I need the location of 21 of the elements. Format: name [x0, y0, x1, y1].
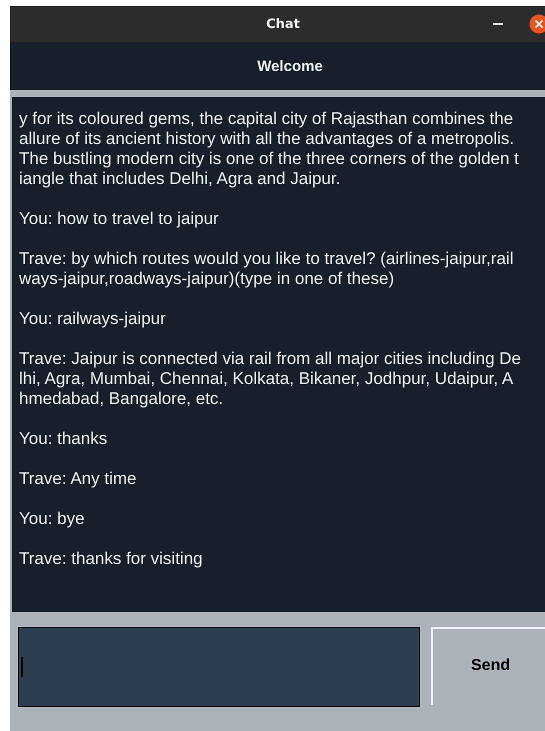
close-icon[interactable]: [529, 14, 545, 34]
message-line: iangle that includes Delhi, Agra and Jaipur.: [19, 169, 340, 189]
message-line: Trave: thanks for visiting: [19, 549, 203, 569]
message-line: You: railways-jaipur: [19, 309, 166, 329]
header-title: Welcome: [257, 58, 323, 74]
message-line: hmedabad, Bangalore, etc.: [19, 389, 224, 409]
message-line: y for its coloured gems, the capital city of Rajasthan combines the: [19, 109, 514, 129]
minimize-icon[interactable]: [493, 23, 503, 25]
message-line: You: how to travel to jaipur: [19, 209, 219, 229]
message-line: You: thanks: [19, 429, 108, 449]
message-input[interactable]: [18, 627, 420, 707]
message-line: lhi, Agra, Mumbai, Chennai, Kolkata, Bikaner, Jodhpur, Udaipur, A: [19, 369, 514, 389]
message-line: Trave: Jaipur is connected via rail from all major cities including De: [19, 349, 522, 369]
send-button[interactable]: Send: [431, 627, 545, 705]
window-title: Chat: [266, 16, 300, 32]
message-line: You: bye: [19, 509, 85, 529]
message-line: Trave: Any time: [19, 469, 136, 489]
message-line: allure of its ancient history with all the advantages of a metropolis.: [19, 129, 514, 149]
message-line: The bustling modern city is one of the three corners of the golden t: [19, 149, 519, 169]
message-line: Trave: by which routes would you like to travel? (airlines-jaipur,rail: [19, 249, 514, 269]
message-line: ways-jaipur,roadways-jaipur)(type in one of these): [19, 269, 394, 289]
